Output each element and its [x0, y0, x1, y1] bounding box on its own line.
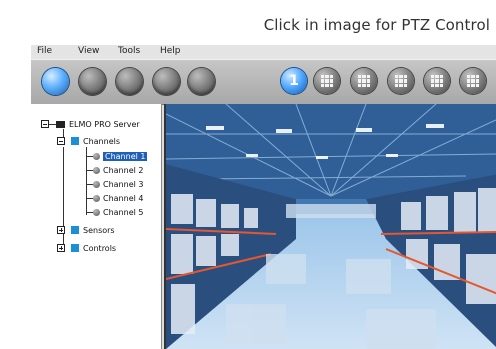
grid-layout-button[interactable]: [424, 68, 450, 94]
tree-connector: [86, 212, 93, 213]
ptz-instruction-caption: Click in image for PTZ Control: [263, 16, 490, 34]
grid-layout-button[interactable]: [460, 68, 486, 94]
grid-icon: [431, 75, 443, 87]
server-label: ELMO PRO Server: [69, 119, 140, 129]
tree-item-channel-4[interactable]: Channel 4: [93, 192, 143, 204]
grid-icon: [321, 75, 333, 87]
tree-connector: [86, 198, 93, 199]
sensors-label: Sensors: [83, 225, 115, 235]
grid-icon: [467, 75, 479, 87]
tree-node-server[interactable]: ELMO PRO Server: [41, 118, 140, 130]
camera-icon: [93, 166, 100, 174]
app-window: File View Tools Help 1 ELMO PRO Server C…: [31, 45, 496, 349]
expand-icon[interactable]: [57, 244, 65, 252]
device-tree: ELMO PRO Server Channels Channel 1 Chann…: [31, 104, 162, 349]
tree-connector: [86, 184, 93, 185]
camera-icon: [93, 208, 100, 216]
tree-node-channels[interactable]: Channels: [57, 135, 120, 147]
channel-label: Channel 2: [103, 165, 144, 175]
collapse-icon[interactable]: [41, 120, 49, 128]
single-view-layout-button[interactable]: 1: [281, 68, 307, 94]
channel-label: Channel 1: [103, 151, 148, 161]
tree-item-channel-2[interactable]: Channel 2: [93, 164, 143, 176]
expand-icon[interactable]: [57, 226, 65, 234]
grid-icon: [395, 75, 407, 87]
toolbar-button-4[interactable]: [153, 68, 180, 95]
menu-file[interactable]: File: [37, 46, 52, 56]
tree-item-channel-3[interactable]: Channel 3: [93, 178, 143, 190]
tree-item-channel-1[interactable]: Channel 1: [93, 150, 148, 162]
warehouse-camera-image[interactable]: [166, 104, 496, 349]
toolbar-button-5[interactable]: [188, 68, 215, 95]
channel-label: Channel 5: [103, 207, 144, 217]
grid-layout-button[interactable]: [351, 68, 377, 94]
tree-connector: [86, 156, 93, 157]
tree-node-sensors[interactable]: Sensors: [57, 224, 115, 236]
tree-node-controls[interactable]: Controls: [57, 242, 116, 254]
server-icon: [56, 120, 65, 128]
toolbar: 1: [31, 59, 496, 105]
tree-item-channel-5[interactable]: Channel 5: [93, 206, 143, 218]
menu-tools[interactable]: Tools: [118, 46, 140, 56]
grid-layout-button[interactable]: [314, 68, 340, 94]
menu-view[interactable]: View: [78, 46, 99, 56]
grid-icon: [358, 75, 370, 87]
folder-icon: [71, 137, 79, 145]
camera-video-view[interactable]: [164, 104, 496, 349]
toolbar-button-1[interactable]: [42, 68, 69, 95]
menu-bar: File View Tools Help: [31, 45, 496, 59]
camera-icon: [93, 194, 100, 202]
camera-icon: [93, 152, 100, 160]
grid-layout-button[interactable]: [388, 68, 414, 94]
controls-label: Controls: [83, 243, 117, 253]
collapse-icon[interactable]: [57, 137, 65, 145]
toolbar-button-2[interactable]: [79, 68, 106, 95]
layout-number: 1: [289, 73, 299, 89]
folder-icon: [71, 244, 79, 252]
menu-help[interactable]: Help: [160, 46, 181, 56]
camera-icon: [93, 180, 100, 188]
folder-icon: [71, 226, 79, 234]
channel-label: Channel 4: [103, 193, 144, 203]
channels-label: Channels: [83, 136, 121, 146]
tree-connector: [86, 170, 93, 171]
tree-connector: [86, 147, 87, 215]
channel-label: Channel 3: [103, 179, 144, 189]
toolbar-button-3[interactable]: [116, 68, 143, 95]
